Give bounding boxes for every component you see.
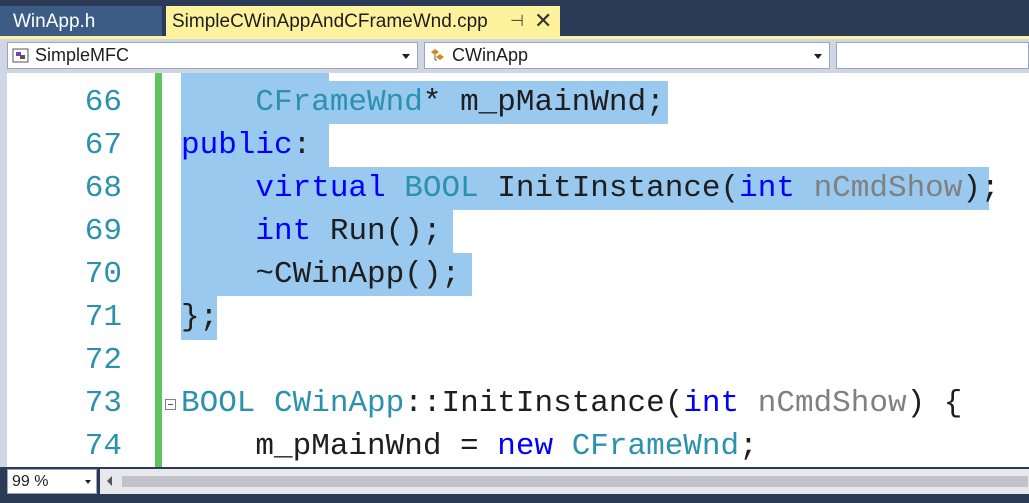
line-number: 67 [84,128,122,163]
project-name: SimpleMFC [35,45,130,65]
code-editor[interactable]: 66 CFrameWnd* m_pMainWnd; 67 public: 68 … [0,73,1029,467]
code-line: 71 }; [0,296,1029,339]
code-text: m_pMainWnd = new CFrameWnd; [255,429,758,464]
scroll-left-icon[interactable] [107,476,112,486]
code-text: int Run(); [255,214,442,249]
code-text: public: [181,128,312,163]
code-line: 69 int Run(); [0,210,1029,253]
line-number: 66 [84,85,122,120]
member-dropdown[interactable] [836,42,1029,69]
line-number: 70 [84,257,122,292]
code-text: }; [181,300,219,335]
chevron-down-icon [814,54,822,59]
code-line: 66 CFrameWnd* m_pMainWnd; [0,81,1029,124]
code-text: virtual BOOL InitInstance(int nCmdShow); [255,171,1000,206]
code-text: ~CWinApp(); [255,257,461,292]
code-line: 72 [0,339,1029,382]
pin-icon[interactable]: ⊣ [510,6,524,38]
class-icon [431,49,444,61]
editor-bottom-bar: 99 % [0,467,1029,503]
document-tab-strip: WinApp.h SimpleCWinAppAndCFrameWnd.cpp ⊣… [0,0,1029,39]
code-text: CFrameWnd* m_pMainWnd; [255,85,665,120]
tab-simplecwinappandcframewnd-cpp[interactable]: SimpleCWinAppAndCFrameWnd.cpp ⊣ ✕ [166,6,560,38]
line-number: 68 [84,171,122,206]
navigation-bar: SimpleMFC CWinApp [0,39,1029,73]
close-icon[interactable]: ✕ [534,5,552,37]
code-line: 73 BOOL CWinApp::InitInstance(int nCmdSh… [0,382,1029,425]
tab-label: WinApp.h [13,11,96,32]
selection-highlight [181,73,329,81]
code-line: 67 public: [0,124,1029,167]
line-number: 69 [84,214,122,249]
line-number: 72 [84,343,122,378]
horizontal-scrollbar[interactable] [100,469,1029,494]
tab-label: SimpleCWinAppAndCFrameWnd.cpp [172,11,488,32]
line-number: 73 [84,386,122,421]
project-dropdown[interactable]: SimpleMFC [7,42,418,69]
zoom-dropdown[interactable]: 99 % [7,469,97,494]
code-line: 70 ~CWinApp(); [0,253,1029,296]
line-number: 74 [84,429,122,464]
code-text: BOOL CWinApp::InitInstance(int nCmdShow)… [181,386,963,421]
chevron-down-icon [402,54,410,59]
code-line: 68 virtual BOOL InitInstance(int nCmdSho… [0,167,1029,210]
line-number: 71 [84,300,122,335]
code-line: 74 m_pMainWnd = new CFrameWnd; [0,425,1029,467]
tab-winapp-h[interactable]: WinApp.h [0,6,162,38]
chevron-down-icon [85,480,91,484]
scope-dropdown[interactable]: CWinApp [424,42,830,69]
zoom-level: 99 % [12,473,49,490]
scrollbar-thumb[interactable] [122,476,1028,487]
scope-name: CWinApp [452,45,529,65]
project-icon [12,48,29,63]
